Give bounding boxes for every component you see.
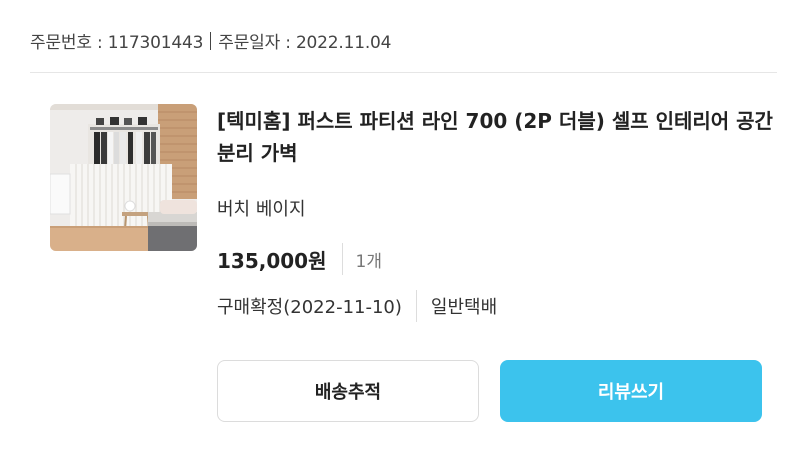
- product-price: 135,000원: [217, 248, 327, 273]
- track-delivery-button[interactable]: 배송추적: [217, 360, 479, 422]
- shipping-method: 일반택배: [430, 297, 498, 318]
- product-quantity: 1개: [355, 251, 382, 272]
- order-date: 주문일자 : 2022.11.04: [218, 33, 392, 53]
- product-image[interactable]: [50, 104, 197, 251]
- price-row: 135,000원 1개: [217, 243, 382, 275]
- write-review-button[interactable]: 리뷰쓰기: [500, 360, 762, 422]
- status-divider: [415, 290, 417, 322]
- price-divider: [341, 243, 343, 275]
- room-partition-photo-icon: [50, 104, 197, 251]
- status-row: 구매확정(2022-11-10) 일반택배: [217, 290, 497, 322]
- product-title[interactable]: [텍미홈] 퍼스트 파티션 라인 700 (2P 더블) 셀프 인테리어 공간분…: [217, 105, 777, 169]
- order-header: 주문번호 : 117301443 주문일자 : 2022.11.04: [30, 28, 391, 53]
- order-status: 구매확정(2022-11-10): [217, 297, 402, 318]
- product-option: 버치 베이지: [217, 199, 306, 220]
- order-number: 주문번호 : 117301443: [30, 33, 204, 53]
- section-divider: [30, 72, 777, 73]
- header-divider: [210, 31, 212, 50]
